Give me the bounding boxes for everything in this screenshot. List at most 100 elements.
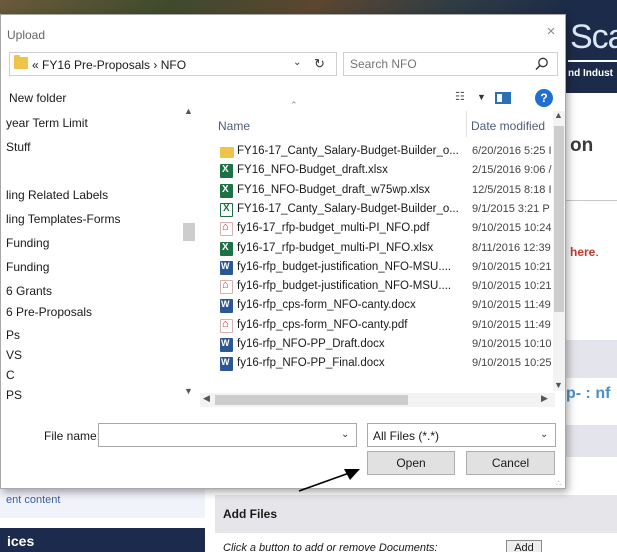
file-name: fy16-rfp_budget-justification_NFO-MSU...… <box>237 280 452 293</box>
file-date-modified: 9/1/2015 3:21 P <box>472 202 550 215</box>
file-row[interactable]: fy16-rfp_NFO-PP_Draft.docx 9/10/2015 10:1… <box>218 336 563 354</box>
nav-item[interactable]: ling Related Labels <box>6 188 108 202</box>
cancel-button[interactable]: Cancel <box>466 451 555 475</box>
file-name: FY16_NFO-Budget_draft_w75wp.xlsx <box>237 183 431 196</box>
navigation-pane[interactable]: year Term Limit Stuff ling Related Label… <box>0 103 197 405</box>
nav-scroll-up-icon[interactable]: ▲ <box>184 106 193 116</box>
file-name: fy16-rfp_budget-justification_NFO-MSU...… <box>237 260 452 273</box>
file-date-modified: 9/10/2015 10:21 <box>472 280 552 293</box>
nav-item[interactable]: Funding <box>6 236 49 250</box>
file-row[interactable]: FY16-17_Canty_Salary-Budget-Builder_o...… <box>218 143 563 161</box>
file-type-select[interactable]: All Files (*.*) ⌄ <box>367 423 556 447</box>
excel-icon <box>220 241 233 256</box>
chevron-down-icon[interactable]: ⌄ <box>341 429 349 440</box>
folder-icon <box>14 55 28 69</box>
sidebar-recent-content-link[interactable]: ent content <box>6 494 60 506</box>
nav-item[interactable]: ling Templates-Forms <box>6 212 120 226</box>
pdf-icon <box>220 221 233 237</box>
chevron-down-icon[interactable]: ⌄ <box>540 429 548 440</box>
nav-item[interactable]: Ps <box>6 328 20 342</box>
file-row[interactable]: fy16-17_rfp-budget_multi-PI_NFO.xlsx 8/11… <box>218 240 563 258</box>
brand-divider <box>568 60 617 62</box>
word-icon <box>220 338 233 352</box>
nav-scroll-down-icon[interactable]: ▼ <box>184 386 193 396</box>
scroll-right-icon[interactable]: ▶ <box>541 393 548 404</box>
file-row[interactable]: fy16-rfp_budget-justification_NFO-MSU...… <box>218 259 563 277</box>
file-row[interactable]: fy16-17_rfp-budget_multi-PI_NFO.pdf 9/10/… <box>218 220 563 238</box>
here-link[interactable]: here <box>570 245 595 259</box>
file-name: fy16-17_rfp-budget_multi-PI_NFO.xlsx <box>237 241 434 254</box>
excel-icon <box>220 183 233 198</box>
chevron-down-icon[interactable]: ⌄ <box>293 57 301 68</box>
nav-item[interactable]: Stuff <box>6 140 30 154</box>
file-date-modified: 12/5/2015 8:18 I <box>472 183 552 196</box>
file-row[interactable]: FY16_NFO-Budget_draft_w75wp.xlsx 12/5/201… <box>218 182 563 200</box>
here-link-line: here. <box>570 245 599 259</box>
site-brand-text: Sca <box>570 18 617 56</box>
scroll-up-icon[interactable]: ▲ <box>554 110 563 120</box>
open-button[interactable]: Open <box>367 451 455 475</box>
column-header-date-modified[interactable]: Date modified <box>471 119 545 133</box>
file-date-modified: 9/10/2015 10:24 <box>472 222 552 235</box>
section-subheader-bar <box>565 425 617 457</box>
file-name-input[interactable] <box>99 424 329 446</box>
file-name: FY16-17_Canty_Salary-Budget-Builder_o... <box>237 145 459 157</box>
scroll-left-icon[interactable]: ◀ <box>203 393 210 404</box>
site-brand-subtext: nd Indust <box>568 68 613 79</box>
file-row[interactable]: FY16_NFO-Budget_draft.xlsx 2/15/2016 9:06… <box>218 162 563 180</box>
file-name: FY16_NFO-Budget_draft.xlsx <box>237 164 388 177</box>
nav-item[interactable]: 6 Grants <box>6 284 52 298</box>
breadcrumb[interactable]: « FY16 Pre-Proposals › NFO <box>32 58 186 72</box>
scroll-down-icon[interactable]: ▼ <box>554 380 563 390</box>
pdf-icon <box>220 279 233 295</box>
file-row[interactable]: fy16-rfp_cps-form_NFO-canty.docx 9/10/201… <box>218 297 563 315</box>
refresh-icon[interactable]: ↻ <box>314 56 325 72</box>
excel-alt-icon <box>220 202 233 217</box>
file-row[interactable]: FY16-17_Canty_Salary-Budget-Builder_o...… <box>218 201 563 219</box>
search-input[interactable] <box>350 56 520 72</box>
file-name: fy16-rfp_NFO-PP_Draft.docx <box>237 338 385 350</box>
section-header-bar <box>565 340 617 378</box>
search-icon[interactable] <box>534 56 550 72</box>
pdf-icon <box>220 318 233 333</box>
column-separator[interactable] <box>466 111 467 137</box>
nav-item[interactable]: 6 Pre-Proposals <box>6 305 92 319</box>
sort-ascending-icon: ⌃ <box>290 100 298 110</box>
address-bar[interactable]: « FY16 Pre-Proposals › NFO ⌄ ↻ <box>9 52 337 76</box>
file-date-modified: 8/11/2016 12:39 <box>472 241 551 254</box>
word-icon <box>220 260 233 275</box>
file-row[interactable]: fy16-rfp_NFO-PP_Final.docx 9/10/2015 10:2… <box>218 355 563 373</box>
nav-item[interactable]: C <box>6 368 15 382</box>
page-heading-fragment: on <box>570 135 594 156</box>
file-date-modified: 9/10/2015 11:49 <box>472 318 551 331</box>
file-name: fy16-rfp_cps-form_NFO-canty.docx <box>237 299 416 312</box>
file-date-modified: 6/20/2016 5:25 I <box>472 145 552 157</box>
preview-pane-icon[interactable] <box>495 92 511 104</box>
nav-item[interactable]: year Term Limit <box>6 116 88 130</box>
vertical-scrollbar-thumb[interactable] <box>554 126 564 312</box>
column-header-name[interactable]: Name <box>218 119 250 133</box>
dialog-title: Upload <box>7 28 46 42</box>
file-name: fy16-rfp_cps-form_NFO-canty.pdf <box>237 318 408 331</box>
help-icon[interactable]: ? <box>535 89 553 107</box>
folder-icon <box>220 147 234 158</box>
nav-item[interactable]: Funding <box>6 260 49 274</box>
close-icon[interactable]: × <box>541 23 561 43</box>
view-options-dropdown-icon[interactable]: ▼ <box>477 92 486 102</box>
word-icon <box>220 299 233 314</box>
horizontal-scrollbar-thumb[interactable] <box>215 395 408 405</box>
file-row[interactable]: fy16-rfp_budget-justification_NFO-MSU...… <box>218 278 563 296</box>
nav-item[interactable]: PS <box>6 388 22 402</box>
nav-item[interactable]: VS <box>6 348 22 362</box>
file-row[interactable]: fy16-rfp_cps-form_NFO-canty.pdf 9/10/2015… <box>218 317 563 335</box>
nav-scrollbar-thumb[interactable] <box>183 223 195 241</box>
search-box[interactable] <box>343 52 558 76</box>
page-divider <box>565 200 617 201</box>
resize-grip-icon[interactable]: ∴ <box>556 479 561 488</box>
file-date-modified: 9/10/2015 10:21 <box>472 260 552 273</box>
add-document-button[interactable]: Add <box>506 540 542 552</box>
file-name-combobox[interactable]: ⌄ <box>98 423 357 447</box>
add-files-instruction: Click a button to add or remove Document… <box>223 542 438 552</box>
add-files-heading: Add Files <box>223 507 278 521</box>
view-options-icon[interactable]: ☷ <box>455 90 465 103</box>
